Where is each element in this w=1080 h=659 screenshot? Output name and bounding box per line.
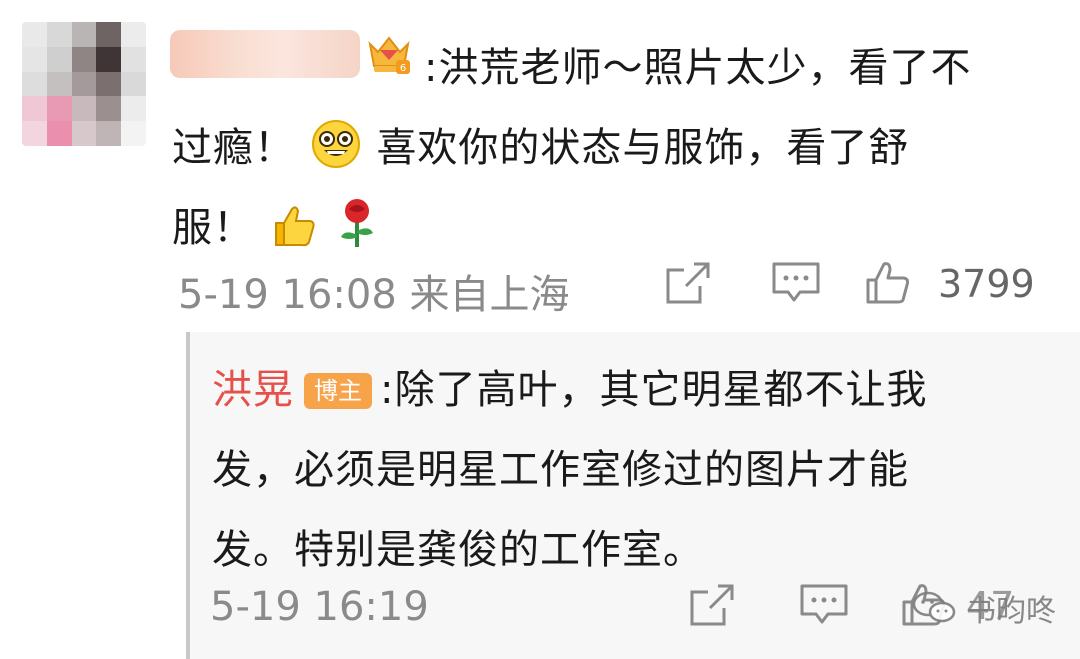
comment-icon[interactable] <box>770 260 822 306</box>
reply-text: 洪晃 博主:除了高叶，其它明星都不让我 发，必须是明星工作室修过的图片才能 发。特… <box>212 350 1012 590</box>
comment-text-line-1: :洪荒老师～照片太少，看了不 <box>424 45 972 91</box>
reply-text-line-2: 发，必须是明星工作室修过的图片才能 <box>212 447 909 493</box>
reply-timestamp: 5-19 16:19 <box>210 584 429 630</box>
share-icon[interactable] <box>664 260 714 306</box>
comment-text-line-2b: 喜欢你的状态与服饰，看了舒 <box>376 125 910 171</box>
thumbs-up-emoji-icon <box>274 206 315 247</box>
reply-text-line-1: :除了高叶，其它明星都不让我 <box>380 367 928 413</box>
wechat-icon <box>912 591 956 623</box>
avatar[interactable] <box>22 22 146 146</box>
comment-text-line-3: 服！ <box>172 205 254 251</box>
watermark-text: 书昀咚 <box>966 594 1056 629</box>
comment-text: :洪荒老师～照片太少，看了不 过瘾！ 喜欢你的状态与服饰，看了舒 服！ <box>172 28 1032 268</box>
reply-share-icon[interactable] <box>688 582 738 628</box>
host-badge: 博主 <box>304 373 372 409</box>
comment-meta: 5-19 16:08 来自上海 3799 <box>178 256 1038 318</box>
like-count: 3799 <box>938 262 1035 306</box>
grinning-emoji-icon <box>311 120 360 168</box>
comment-text-line-2a: 过瘾！ <box>172 125 295 171</box>
reply-comment-icon[interactable] <box>798 582 850 628</box>
watermark: 书昀咚 <box>912 586 1056 630</box>
reply-username[interactable]: 洪晃 <box>212 367 294 413</box>
like-icon[interactable] <box>864 260 912 306</box>
rose-emoji-icon <box>341 199 374 247</box>
comment-timestamp: 5-19 16:08 来自上海 <box>178 272 570 318</box>
